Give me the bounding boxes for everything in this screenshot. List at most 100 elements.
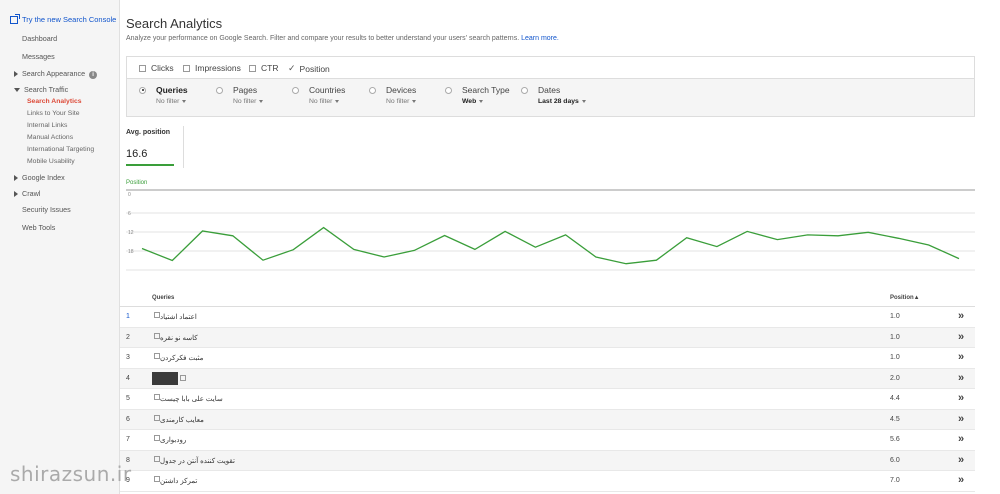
y-tick-label: 0 — [128, 192, 131, 198]
double-chevron-right-icon[interactable]: » — [958, 433, 964, 445]
table-row[interactable]: 8 تقویت کننده آنتن در جدول 6.0» — [120, 450, 975, 471]
sidebar-item-manual-actions[interactable]: Manual Actions — [0, 134, 73, 141]
queries-filter-label: No filter — [156, 98, 180, 105]
position-cell: 2.0 — [890, 374, 900, 382]
external-link-icon[interactable] — [154, 414, 160, 421]
checkmark-icon[interactable]: ✓ — [288, 63, 296, 74]
sidebar-item-links-to-site[interactable]: Links to Your Site — [0, 110, 80, 117]
double-chevron-right-icon[interactable]: » — [958, 351, 964, 363]
search-traffic-label: Search Traffic — [24, 85, 69, 94]
pages-filter[interactable]: No filter — [233, 98, 264, 105]
position-chart: 0 6 12 18 — [126, 189, 975, 271]
sidebar-item-international-targeting[interactable]: International Targeting — [0, 146, 94, 153]
query-cell: تمرکز داشتن — [152, 476, 198, 485]
col-header-queries[interactable]: Queries — [152, 295, 174, 301]
checkbox-impressions[interactable] — [183, 64, 190, 72]
page-description: Analyze your performance on Google Searc… — [126, 35, 559, 42]
devices-filter[interactable]: No filter — [386, 98, 417, 105]
table-row[interactable]: 2 کاسه نو نقره 1.0 » — [120, 327, 975, 348]
metric-impressions-label: Impressions — [195, 63, 241, 73]
sidebar-item-messages[interactable]: Messages — [0, 52, 55, 61]
avg-position-card[interactable]: Avg. position 16.6 — [126, 126, 184, 168]
sidebar-item-internal-links[interactable]: Internal Links — [0, 122, 67, 129]
table-row[interactable]: 7 رودبواری 5.6 » — [120, 430, 975, 451]
external-link-icon[interactable] — [154, 394, 160, 400]
row-number: 1 — [126, 313, 130, 320]
dimension-pages[interactable]: Pages No filter — [216, 85, 264, 105]
caret-down-icon — [581, 99, 586, 103]
search-type-filter[interactable]: Web — [462, 98, 510, 105]
table-row[interactable]: 4 2.0 » — [120, 368, 975, 389]
row-number: 5 — [126, 395, 130, 402]
query-text: سایت علی بابا چیست — [160, 396, 223, 403]
metrics-bar: Clicks Impressions CTR ✓ Position — [126, 56, 975, 78]
queries-filter[interactable]: No filter — [156, 98, 188, 105]
dimension-pages-label: Pages — [233, 85, 258, 95]
avg-position-indicator — [126, 164, 174, 166]
dimension-devices-label: Devices — [386, 85, 417, 95]
double-chevron-right-icon[interactable]: » — [958, 413, 964, 425]
external-link-icon[interactable] — [154, 476, 160, 482]
radio-dates[interactable] — [521, 86, 528, 94]
table-row[interactable]: 3 مثبت فکرکردن 1.0 » — [120, 348, 975, 369]
radio-queries[interactable] — [139, 86, 146, 94]
double-chevron-right-icon[interactable]: » — [958, 454, 964, 466]
external-link-icon[interactable] — [154, 312, 160, 318]
metric-position[interactable]: ✓ Position — [288, 63, 330, 74]
sidebar-item-search-analytics[interactable]: Search Analytics — [0, 98, 82, 105]
sidebar-item-dashboard[interactable]: Dashboard — [0, 34, 57, 43]
table-row[interactable]: 5 سایت علی بابا چیست 4.4 » — [120, 389, 975, 410]
radio-pages[interactable] — [216, 86, 223, 94]
metric-impressions[interactable]: Impressions — [183, 63, 241, 73]
metric-ctr[interactable]: CTR — [249, 63, 278, 73]
watermark: shirazsun.ir — [10, 462, 132, 486]
info-icon[interactable]: i — [89, 71, 98, 79]
dimension-queries[interactable]: Queries No filter — [139, 85, 188, 105]
dimension-queries-label: Queries — [156, 85, 188, 95]
external-link-icon[interactable] — [154, 455, 160, 462]
external-link-icon[interactable] — [154, 435, 160, 441]
countries-filter[interactable]: No filter — [309, 98, 345, 105]
dates-filter[interactable]: Last 28 days — [538, 98, 586, 105]
query-cell: اعتماد اشتیاد — [152, 312, 197, 321]
position-cell: 1.0 — [890, 313, 900, 320]
double-chevron-right-icon[interactable]: » — [958, 392, 964, 404]
sidebar-item-web-tools[interactable]: Web Tools — [0, 223, 55, 232]
query-text: تقویت کننده آنتن در جدول — [160, 457, 235, 465]
external-link-icon — [10, 13, 20, 24]
sidebar-item-crawl[interactable]: Crawl — [0, 189, 40, 198]
checkbox-clicks[interactable] — [139, 64, 146, 72]
external-link-icon[interactable] — [180, 374, 186, 381]
radio-countries[interactable] — [292, 86, 299, 94]
checkbox-ctr[interactable] — [249, 64, 256, 72]
double-chevron-right-icon[interactable]: » — [958, 372, 964, 384]
metric-clicks[interactable]: Clicks — [139, 63, 174, 73]
double-chevron-right-icon[interactable]: » — [958, 474, 964, 486]
col-header-position[interactable]: Position▲ — [890, 295, 920, 301]
external-link-icon[interactable] — [154, 332, 160, 339]
dimension-devices[interactable]: Devices No filter — [369, 85, 417, 105]
dimension-countries[interactable]: Countries No filter — [292, 85, 345, 105]
row-number: 4 — [126, 374, 130, 382]
table-row[interactable]: 6 معایب کارمندی 4.5 » — [120, 409, 975, 430]
sidebar-item-google-index[interactable]: Google Index — [0, 173, 65, 182]
sidebar-item-search-traffic[interactable]: Search Traffic — [0, 85, 68, 94]
dimension-search-type[interactable]: Search Type Web — [445, 85, 510, 105]
row-number: 2 — [126, 333, 130, 341]
table-row[interactable]: 9 تمرکز داشتن 7.0» — [120, 471, 975, 492]
radio-devices[interactable] — [369, 86, 376, 94]
sidebar-item-security-issues[interactable]: Security Issues — [0, 205, 71, 214]
dimension-dates[interactable]: Dates Last 28 days — [521, 85, 586, 105]
learn-more-link[interactable]: Learn more. — [521, 35, 559, 42]
radio-search-type[interactable] — [445, 86, 452, 94]
new-console-link[interactable]: Try the new Search Console — [10, 13, 116, 24]
sidebar-item-mobile-usability[interactable]: Mobile Usability — [0, 158, 75, 165]
external-link-icon[interactable] — [154, 353, 160, 359]
chevron-right-icon — [14, 175, 18, 182]
query-text: تمرکز داشتن — [160, 478, 198, 485]
double-chevron-right-icon[interactable]: » — [958, 331, 964, 343]
double-chevron-right-icon[interactable]: » — [958, 310, 964, 322]
series-line-position[interactable] — [141, 226, 960, 265]
sidebar-item-search-appearance[interactable]: Search Appearance i — [0, 69, 98, 79]
table-row[interactable]: 1 اعتماد اشتیاد 1.0 » — [120, 307, 975, 328]
